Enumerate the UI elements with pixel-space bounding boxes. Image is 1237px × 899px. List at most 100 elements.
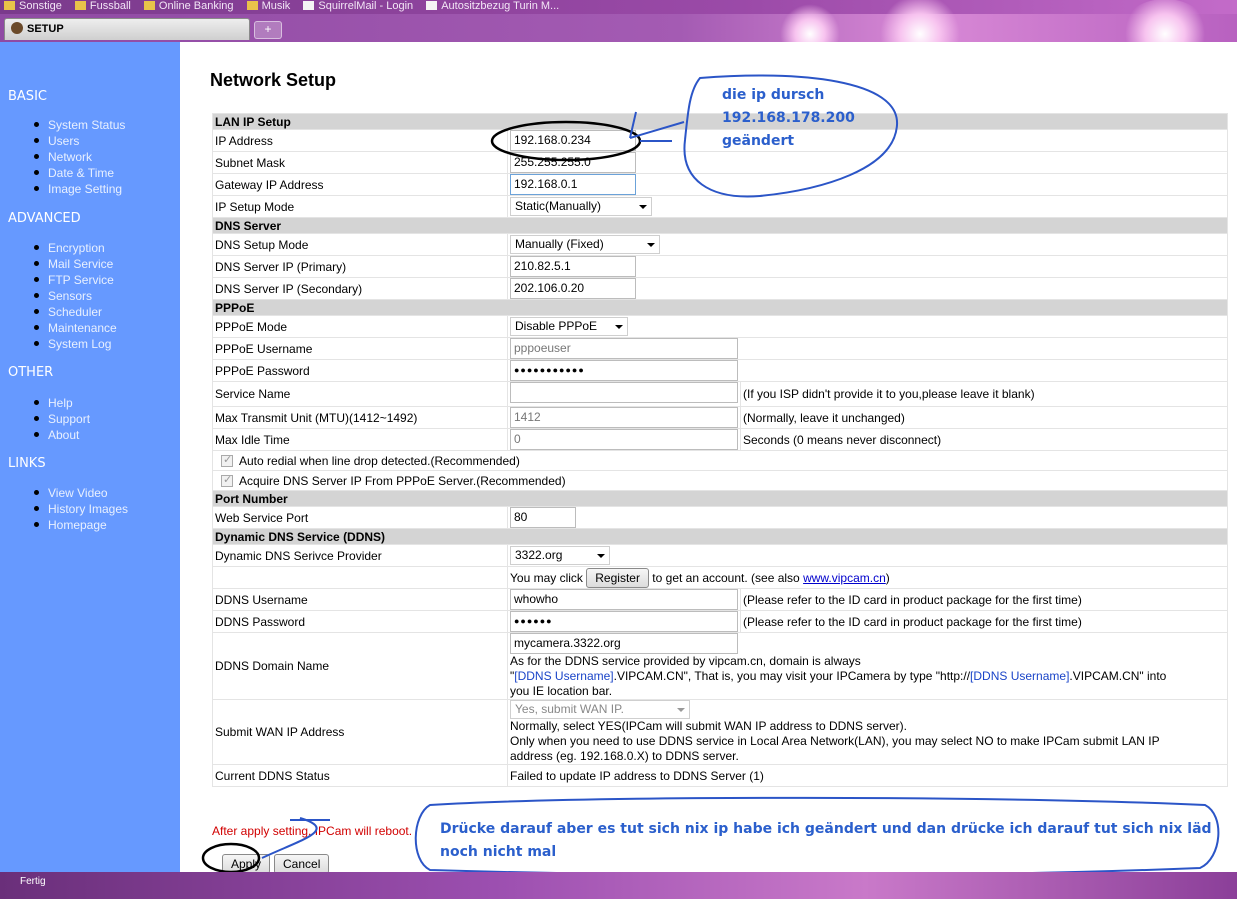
submit-wan-label: Submit WAN IP Address <box>212 699 508 765</box>
sidebar-item-help[interactable]: Help <box>34 396 73 410</box>
ip-setup-mode-label: IP Setup Mode <box>212 195 508 218</box>
dns-secondary-input[interactable]: 202.106.0.20 <box>510 278 636 299</box>
sidebar-item-mail-service[interactable]: Mail Service <box>34 257 113 271</box>
auto-redial-label: Auto redial when line drop detected.(Rec… <box>239 453 520 468</box>
section-header: Port Number <box>212 490 1228 507</box>
table-row: You may click Register to get an account… <box>212 566 1228 589</box>
max-idle-note: Seconds (0 means never disconnect) <box>740 428 1228 451</box>
pppoe-password-label: PPPoE Password <box>212 359 508 382</box>
table-row: Acquire DNS Server IP From PPPoE Server.… <box>212 470 1228 491</box>
dns-primary-label: DNS Server IP (Primary) <box>212 255 508 278</box>
tab-bar: SETUP + <box>0 0 1237 74</box>
acquire-dns-checkbox[interactable] <box>221 473 233 487</box>
ddns-username-input[interactable]: whowho <box>510 589 738 610</box>
sidebar-item-image-setting[interactable]: Image Setting <box>34 182 122 196</box>
mtu-input[interactable]: 1412 <box>510 407 738 428</box>
pppoe-username-input[interactable]: pppoeuser <box>510 338 738 359</box>
max-idle-label: Max Idle Time <box>212 428 508 451</box>
tab-setup[interactable]: SETUP <box>4 18 250 40</box>
ip-address-input[interactable]: 192.168.0.234 <box>510 130 636 151</box>
gateway-input[interactable]: 192.168.0.1 <box>510 174 636 195</box>
table-row: Gateway IP Address 192.168.0.1 <box>212 173 1228 196</box>
ddns-username-note: (Please refer to the ID card in product … <box>740 588 1228 611</box>
table-row: Subnet Mask 255.255.255.0 <box>212 151 1228 174</box>
chevron-down-icon <box>639 205 647 209</box>
status-bar: Fertig <box>0 872 1237 899</box>
sidebar-item-sensors[interactable]: Sensors <box>34 289 92 303</box>
cancel-button[interactable]: Cancel <box>274 854 330 874</box>
sidebar-item-maintenance[interactable]: Maintenance <box>34 321 117 335</box>
sidebar-item-system-status[interactable]: System Status <box>34 118 125 132</box>
service-name-input[interactable] <box>510 382 738 403</box>
table-row: DNS Server IP (Secondary) 202.106.0.20 <box>212 277 1228 300</box>
sidebar-item-system-log[interactable]: System Log <box>34 337 111 351</box>
sidebar-item-homepage[interactable]: Homepage <box>34 518 107 532</box>
page-icon <box>426 1 438 10</box>
table-row: DNS Server IP (Primary) 210.82.5.1 <box>212 255 1228 278</box>
ddns-username-label: DDNS Username <box>212 588 508 611</box>
table-row: DDNS Domain Name mycamera.3322.org As fo… <box>212 632 1228 700</box>
ddns-password-note: (Please refer to the ID card in product … <box>740 610 1228 633</box>
sidebar-item-scheduler[interactable]: Scheduler <box>34 305 102 319</box>
sidebar-heading-basic: BASIC <box>8 89 47 104</box>
sidebar-item-support[interactable]: Support <box>34 412 90 426</box>
sidebar-item-users[interactable]: Users <box>34 134 79 148</box>
ddns-domain-input[interactable]: mycamera.3322.org <box>510 633 738 654</box>
section-header: LAN IP Setup <box>212 113 1228 130</box>
apply-button[interactable]: Apply <box>222 854 271 874</box>
dns-primary-input[interactable]: 210.82.5.1 <box>510 256 636 277</box>
ddns-status-label: Current DDNS Status <box>212 764 508 787</box>
sidebar-item-encryption[interactable]: Encryption <box>34 241 105 255</box>
ddns-domain-label: DDNS Domain Name <box>212 632 508 700</box>
bookmark-musik[interactable]: Musik <box>246 0 290 12</box>
sidebar-item-history-images[interactable]: History Images <box>34 502 128 516</box>
pppoe-password-input[interactable]: ●●●●●●●●●●● <box>510 360 738 381</box>
bookmarks-bar: Sonstige Fussball Online Banking Musik S… <box>0 0 1237 14</box>
max-idle-input[interactable]: 0 <box>510 429 738 450</box>
new-tab-button[interactable]: + <box>254 21 282 39</box>
sidebar: BASIC System Status Users Network Date &… <box>0 42 180 872</box>
table-row: DNS Setup Mode Manually (Fixed) <box>212 233 1228 256</box>
pppoe-mode-select[interactable]: Disable PPPoE <box>510 317 628 336</box>
table-row: Web Service Port 80 <box>212 506 1228 529</box>
sidebar-item-network[interactable]: Network <box>34 150 92 164</box>
ip-setup-mode-select[interactable]: Static(Manually) <box>510 197 652 216</box>
web-port-label: Web Service Port <box>212 506 508 529</box>
ddns-password-input[interactable]: ●●●●●● <box>510 611 738 632</box>
web-port-input[interactable]: 80 <box>510 507 576 528</box>
table-row: IP Setup Mode Static(Manually) <box>212 195 1228 218</box>
bookmark-autositzbezug[interactable]: Autositzbezug Turin M... <box>426 0 559 12</box>
folder-icon <box>246 1 258 10</box>
network-setup-table: LAN IP Setup IP Address 192.168.0.234 Su… <box>212 113 1228 787</box>
subnet-mask-input[interactable]: 255.255.255.0 <box>510 152 636 173</box>
sidebar-item-about[interactable]: About <box>34 428 79 442</box>
register-button[interactable]: Register <box>586 567 649 588</box>
folder-icon <box>143 1 155 10</box>
table-row: Auto redial when line drop detected.(Rec… <box>212 450 1228 471</box>
table-row: IP Address 192.168.0.234 <box>212 129 1228 152</box>
bookmark-online-banking[interactable]: Online Banking <box>143 0 234 12</box>
vipcam-link[interactable]: www.vipcam.cn <box>803 571 886 585</box>
sidebar-item-date-time[interactable]: Date & Time <box>34 166 114 180</box>
bookmark-fussball[interactable]: Fussball <box>74 0 131 12</box>
ddns-password-label: DDNS Password <box>212 610 508 633</box>
ddns-provider-select[interactable]: 3322.org <box>510 546 610 565</box>
bookmark-sonstige[interactable]: Sonstige <box>4 0 62 12</box>
favicon-icon <box>11 22 23 34</box>
apply-note-text: Drücke darauf aber es tut sich nix ip ha… <box>440 821 1212 860</box>
dns-setup-mode-select[interactable]: Manually (Fixed) <box>510 235 660 254</box>
table-row: Max Idle Time 0 Seconds (0 means never d… <box>212 428 1228 451</box>
submit-wan-select[interactable]: Yes, submit WAN IP. <box>510 700 690 719</box>
bookmark-squirrelmail[interactable]: SquirrelMail - Login <box>303 0 413 12</box>
section-header: PPPoE <box>212 299 1228 316</box>
sidebar-item-ftp-service[interactable]: FTP Service <box>34 273 114 287</box>
mtu-label: Max Transmit Unit (MTU)(1412~1492) <box>212 406 508 429</box>
mtu-note: (Normally, leave it unchanged) <box>740 406 1228 429</box>
subnet-mask-label: Subnet Mask <box>212 151 508 174</box>
folder-icon <box>74 1 86 10</box>
pppoe-username-label: PPPoE Username <box>212 337 508 360</box>
auto-redial-checkbox[interactable] <box>221 453 233 467</box>
sidebar-item-view-video[interactable]: View Video <box>34 486 108 500</box>
dns-secondary-label: DNS Server IP (Secondary) <box>212 277 508 300</box>
sidebar-heading-advanced: ADVANCED <box>8 211 81 226</box>
